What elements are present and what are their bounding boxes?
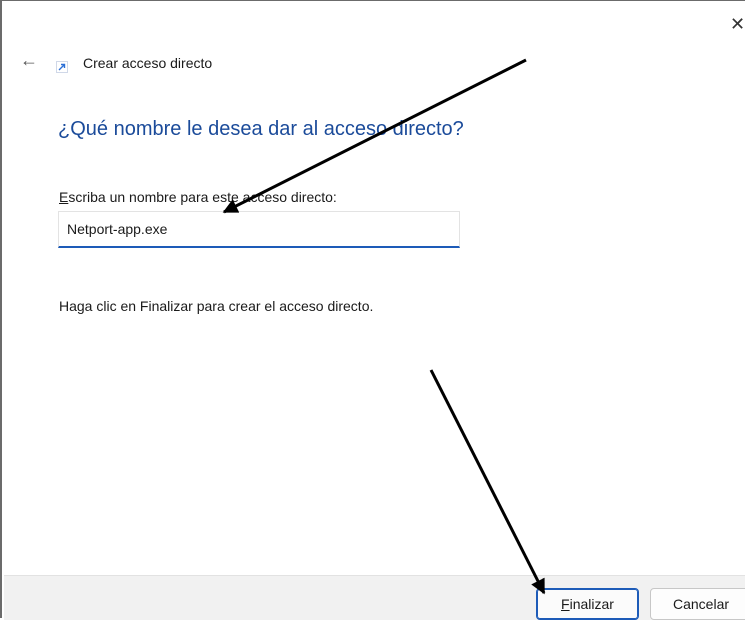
close-icon[interactable]: ✕ xyxy=(730,15,745,35)
finish-accesskey: F xyxy=(561,596,570,612)
label-text: scriba un nombre para este acceso direct… xyxy=(68,189,337,205)
label-accesskey: E xyxy=(59,189,69,205)
shortcut-name-label: Escriba un nombre para este acceso direc… xyxy=(59,189,337,205)
wizard-title: Crear acceso directo xyxy=(83,55,213,71)
finish-hint-text: Haga clic en Finalizar para crear el acc… xyxy=(59,298,374,314)
cancel-button[interactable]: Cancelar xyxy=(650,588,745,620)
finish-label: inalizar xyxy=(569,596,614,612)
shortcut-arrow-icon xyxy=(56,61,68,73)
shortcut-name-input[interactable] xyxy=(58,211,460,248)
create-shortcut-dialog: ✕ ← Crear acceso directo ¿Qué nombre le … xyxy=(0,0,745,620)
page-heading: ¿Qué nombre le desea dar al acceso direc… xyxy=(58,118,464,140)
back-arrow-icon[interactable]: ← xyxy=(20,51,40,71)
finish-button[interactable]: Finalizar xyxy=(536,588,639,620)
